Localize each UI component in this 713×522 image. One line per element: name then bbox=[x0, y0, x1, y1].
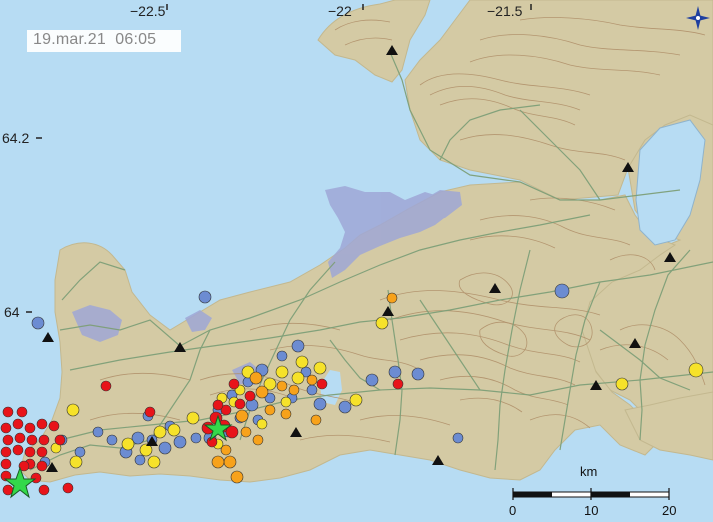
scale-tick-10: 10 bbox=[584, 503, 598, 518]
lon-label-2: −22 bbox=[328, 3, 352, 19]
earthquake-map[interactable]: −22.5 −22 −21.5 64.2 64 km 0 10 20 bbox=[0, 0, 713, 522]
timestamp: 19.mar.21 06:05 bbox=[33, 31, 157, 48]
lat-label-2: 64 bbox=[4, 304, 20, 320]
lat-label-1: 64.2 bbox=[2, 130, 29, 146]
lon-label-1: −22.5 bbox=[130, 3, 166, 19]
scale-tick-0: 0 bbox=[509, 503, 516, 518]
scale-tick-20: 20 bbox=[662, 503, 676, 518]
scale-unit: km bbox=[580, 464, 597, 479]
lon-label-3: −21.5 bbox=[487, 3, 523, 19]
